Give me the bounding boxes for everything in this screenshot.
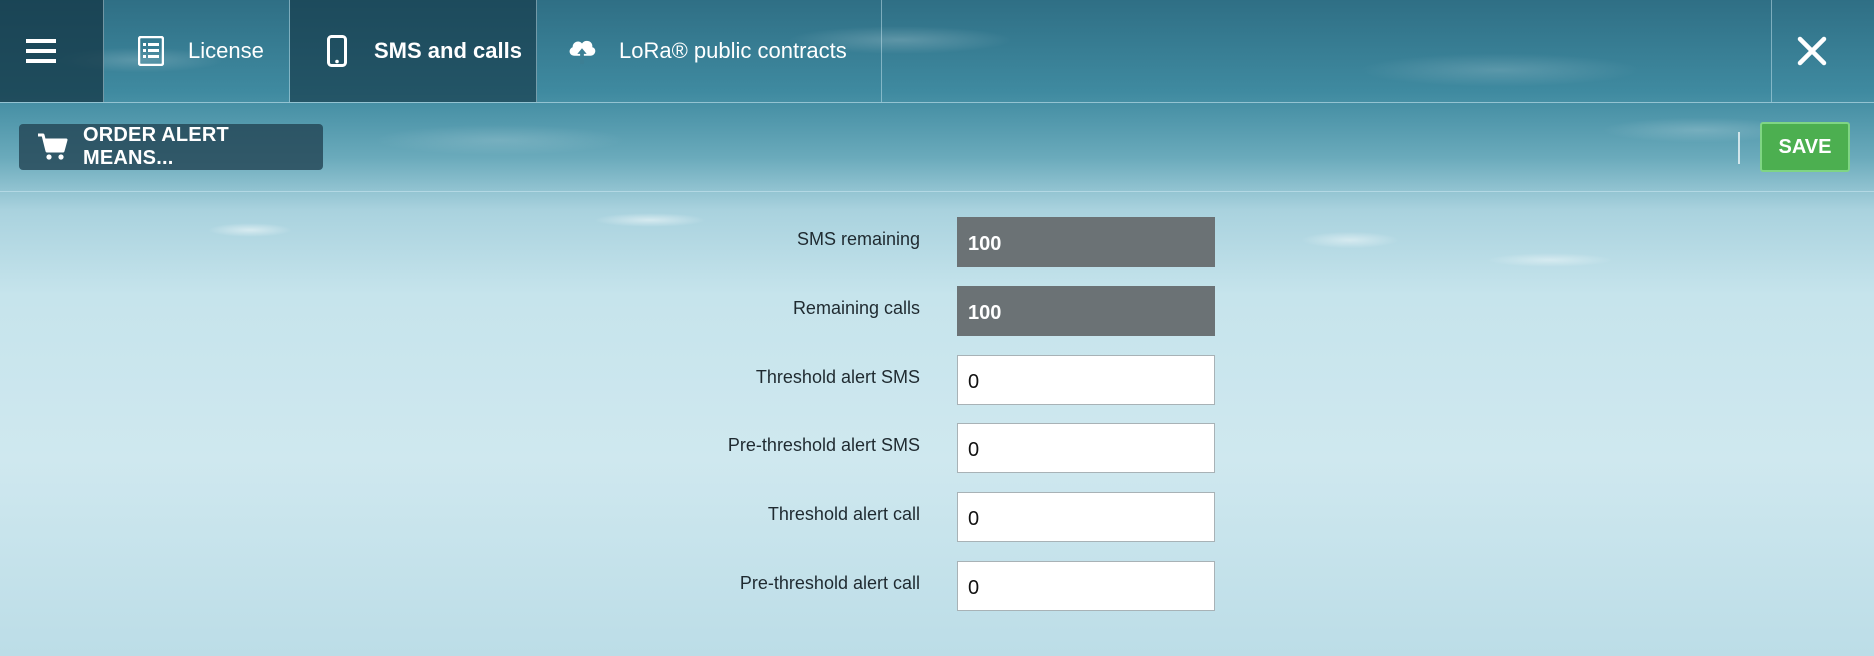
shopping-cart-icon bbox=[37, 132, 69, 162]
close-icon bbox=[1797, 36, 1827, 66]
threshold-alert-call-label: Threshold alert call bbox=[767, 504, 920, 524]
save-button[interactable]: SAVE bbox=[1760, 122, 1850, 172]
cloud-upload-icon bbox=[567, 36, 597, 66]
top-tab-bar: License SMS and calls LoRa® public contr… bbox=[0, 0, 1874, 103]
sms-remaining-field[interactable] bbox=[957, 217, 1215, 267]
mobile-phone-icon bbox=[322, 35, 352, 67]
tab-sms-and-calls[interactable]: SMS and calls bbox=[290, 0, 537, 102]
pre-threshold-alert-sms-input[interactable] bbox=[957, 423, 1215, 473]
order-alert-means-button[interactable]: ORDER ALERT MEANS... bbox=[19, 124, 323, 170]
remaining-calls-label: Remaining calls bbox=[792, 298, 920, 318]
pre-threshold-alert-sms-label: Pre-threshold alert SMS bbox=[727, 435, 920, 455]
pre-threshold-alert-call-label: Pre-threshold alert call bbox=[739, 573, 920, 593]
remaining-calls-field[interactable] bbox=[957, 286, 1215, 336]
threshold-alert-sms-label: Threshold alert SMS bbox=[755, 367, 920, 387]
action-toolbar: ORDER ALERT MEANS... SAVE bbox=[0, 103, 1874, 192]
tab-sms-and-calls-label: SMS and calls bbox=[374, 38, 522, 63]
pre-threshold-alert-call-input[interactable] bbox=[957, 561, 1215, 611]
form-row-threshold-alert-sms: Threshold alert SMS bbox=[0, 355, 1874, 405]
form-row-pre-threshold-alert-call: Pre-threshold alert call bbox=[0, 561, 1874, 611]
form-row-sms-remaining: SMS remaining bbox=[0, 217, 1874, 267]
form-row-pre-threshold-alert-sms: Pre-threshold alert SMS bbox=[0, 423, 1874, 473]
threshold-alert-sms-input[interactable] bbox=[957, 355, 1215, 405]
tab-license[interactable]: License bbox=[104, 0, 290, 102]
tab-lora-public-contracts[interactable]: LoRa® public contracts bbox=[537, 0, 882, 102]
hamburger-menu-icon bbox=[25, 36, 56, 66]
toolbar-divider bbox=[1738, 132, 1740, 164]
threshold-alert-call-input[interactable] bbox=[957, 492, 1215, 542]
form-row-threshold-alert-call: Threshold alert call bbox=[0, 492, 1874, 542]
form-row-remaining-calls: Remaining calls bbox=[0, 286, 1874, 336]
close-button[interactable] bbox=[1772, 0, 1874, 102]
tab-license-label: License bbox=[188, 38, 264, 63]
tab-bar-spacer bbox=[882, 0, 1772, 102]
menu-button[interactable] bbox=[0, 0, 104, 102]
tab-lora-label: LoRa® public contracts bbox=[619, 38, 847, 63]
list-document-icon bbox=[136, 36, 166, 66]
order-alert-means-label: ORDER ALERT MEANS... bbox=[83, 124, 229, 169]
sms-remaining-label: SMS remaining bbox=[796, 229, 920, 249]
